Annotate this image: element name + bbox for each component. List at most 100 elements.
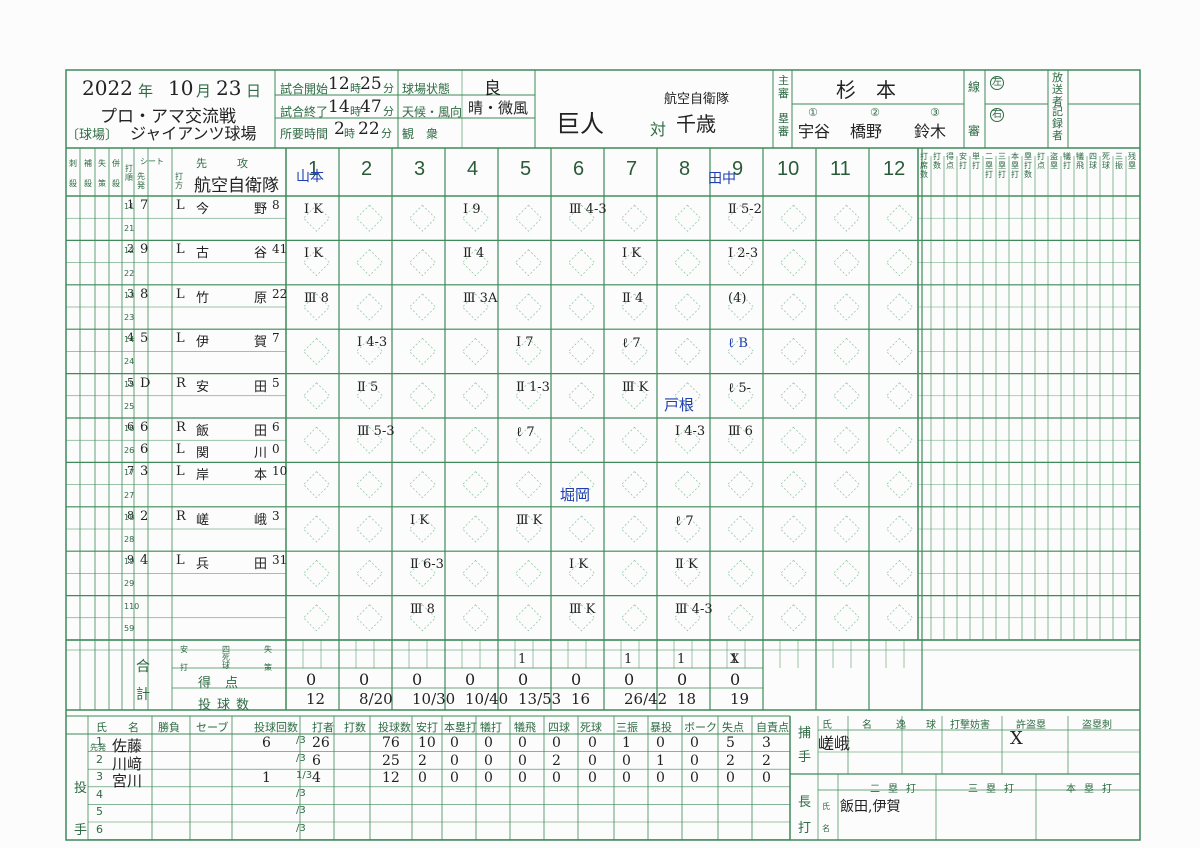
inning-header-3: 3: [414, 158, 426, 180]
stat-header: 単打: [972, 152, 980, 170]
sub-row-number: 16: [124, 424, 135, 433]
player-name: 原: [254, 290, 268, 306]
catcher-side-label: 捕手: [798, 726, 812, 765]
year: 2022: [82, 76, 133, 100]
pitcher-np: 12: [382, 770, 400, 787]
base-diamond: [833, 204, 860, 232]
pitcher-ip_frac: /3: [296, 823, 306, 834]
pitcher-bf: 26: [312, 735, 330, 751]
base-diamond: [886, 204, 913, 232]
uniform-number: 7: [272, 331, 280, 346]
batting-side: L: [176, 464, 185, 480]
play-result: ℓ 5-: [728, 380, 752, 396]
play-result: Ⅰ 4-3: [357, 335, 388, 351]
base-diamond: [303, 382, 330, 410]
inning-runs: 0: [465, 670, 476, 689]
catcher-head-caught-stealing: 盗塁刺: [1082, 720, 1112, 731]
base-diamond: [356, 515, 383, 543]
base-diamond: [356, 204, 383, 232]
pitcher-sf: 0: [518, 770, 527, 787]
base-diamond: [462, 515, 489, 543]
inning-pitches: 10/40: [465, 690, 509, 708]
base-diamond: [409, 249, 436, 277]
batting-side: L: [176, 442, 185, 458]
base-diamond: [674, 249, 701, 277]
player-name: 田: [254, 379, 268, 395]
catcher-name: 嵯峨: [818, 734, 851, 753]
base-diamond: [886, 515, 913, 543]
inning-pitches: 8/20: [359, 690, 393, 708]
pitcher-ip_whole: 6: [262, 735, 271, 751]
base-diamond: [303, 337, 330, 365]
base-diamond: [886, 382, 913, 410]
position: 3: [140, 464, 149, 480]
base-diamond: [356, 293, 383, 321]
play-result: Ⅰ 7: [516, 335, 534, 351]
pitcher-change-tone: 戸根: [664, 396, 695, 414]
line-umpire-label-2: 審: [968, 124, 981, 138]
position: 9: [140, 242, 149, 258]
month: 10: [168, 76, 194, 100]
player-name: 竹: [196, 290, 210, 306]
play-result: Ⅲ K: [622, 379, 649, 395]
pitcher-bb: 0: [552, 770, 561, 787]
pitcher-hr: 0: [450, 735, 459, 751]
end-minute-unit: 分: [383, 105, 394, 118]
stat-header: 打点: [1037, 152, 1045, 170]
stat-header: 打数: [933, 152, 941, 170]
inning-runs: 0: [730, 670, 741, 689]
sub-row-number: 110: [124, 601, 140, 611]
player-name: 田: [254, 424, 268, 439]
weather-label: 天候・風向: [402, 105, 463, 119]
pitcher-number: 5: [96, 805, 103, 819]
base-diamond: [409, 471, 436, 499]
base-diamond: [886, 471, 913, 499]
base-diamond: [833, 293, 860, 321]
stat-header: 三振: [1115, 152, 1123, 170]
base-diamond: [780, 204, 807, 232]
base-diamond: [833, 249, 860, 277]
base-diamond: [780, 293, 807, 321]
catcher-head-interference: 打撃妨害: [950, 720, 990, 731]
base-diamond: [568, 382, 595, 410]
base-diamond: [515, 471, 542, 499]
sub-row-number: 26: [124, 446, 135, 456]
sub-row-number: 22: [124, 268, 135, 278]
pitcher-ip_whole: 1: [262, 770, 271, 787]
uniform-number: 8: [272, 198, 280, 212]
pitcher-so: 1: [622, 735, 631, 751]
base-umpire-label: 塁審: [778, 112, 789, 138]
inning-pitches: 12: [306, 690, 326, 708]
pitcher-hr: 0: [450, 770, 459, 787]
sub-row-number: 59: [124, 623, 135, 633]
player-name: 谷: [254, 246, 268, 262]
base-diamond: [833, 382, 860, 410]
play-result: ℓ 7: [675, 513, 694, 529]
sub-row-number: 13: [124, 290, 135, 300]
base-diamond: [515, 293, 542, 321]
pitcher-header: 犠打: [480, 721, 502, 734]
double-plays-head-2: 殺: [112, 179, 120, 188]
spectators-label: 観 衆: [402, 127, 439, 141]
base-diamond: [833, 515, 860, 543]
inning-hits: 1: [677, 652, 686, 667]
play-result: Ⅰ 4-3: [675, 424, 706, 439]
duration-minute-unit: 分: [381, 127, 392, 140]
assists-head-2: 殺: [84, 179, 92, 188]
base-diamond: [568, 249, 595, 277]
play-result: Ⅰ K: [622, 246, 641, 262]
pitcher-bb: 0: [552, 735, 561, 751]
start-label: 試合開始: [280, 82, 329, 96]
player-name: 古: [196, 246, 210, 262]
pitcher-sh: 0: [484, 752, 493, 769]
sub-row-number: 18: [124, 512, 135, 522]
doubles-head: 二塁打: [870, 784, 924, 795]
pitcher-er: 0: [762, 770, 771, 787]
base-diamond: [462, 559, 489, 587]
uniform-number: 3: [272, 508, 280, 523]
pitcher-wp: 1: [656, 752, 665, 769]
extra-hits-side-label: 長打: [798, 795, 812, 836]
base-diamond: [462, 337, 489, 365]
stadium: ジャイアンツ球場: [130, 124, 257, 143]
plate-umpire: 杉本: [836, 78, 916, 102]
